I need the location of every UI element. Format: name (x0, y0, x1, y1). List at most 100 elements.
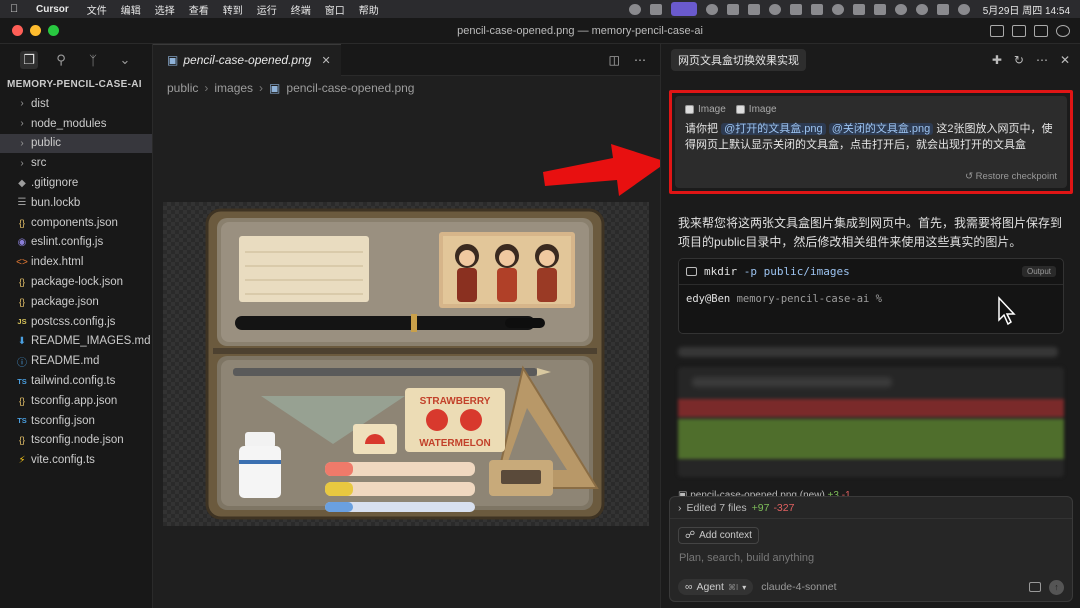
breadcrumb-item[interactable]: images (214, 81, 253, 95)
zoom-window-button[interactable] (48, 25, 59, 36)
source-control-icon[interactable]: ᛉ (84, 51, 102, 69)
tree-item-label: eslint.config.js (31, 236, 104, 249)
explorer-files-icon[interactable]: ❐ (20, 51, 38, 69)
menu-file[interactable]: 文件 (87, 2, 107, 17)
tree-item-public[interactable]: › public (0, 133, 152, 154)
menu-app-name[interactable]: Cursor (36, 4, 69, 15)
menu-window[interactable]: 窗口 (325, 2, 345, 17)
more-actions-icon[interactable]: ⋯ (634, 53, 646, 67)
image-attachment-chip[interactable]: Image (685, 104, 726, 115)
tree-item-package-json[interactable]: {} package.json (0, 292, 152, 312)
toggle-secondary-sidebar-icon[interactable] (1034, 24, 1048, 37)
user-message[interactable]: Image Image 请你把 @打开的文具盒.png @关闭的文具盒.png … (675, 96, 1067, 188)
tree-item-bun-lockb[interactable]: ☰ bun.lockb (0, 193, 152, 213)
control-center-icon[interactable] (936, 3, 949, 15)
tree-item-tsconfig-app[interactable]: {} tsconfig.app.json (0, 391, 152, 411)
toggle-sidebar-icon[interactable] (990, 24, 1004, 37)
tree-item-label: tsconfig.node.json (31, 434, 124, 447)
play-icon[interactable] (768, 3, 781, 15)
blurred-added-lines (678, 419, 1064, 459)
tree-item-readme[interactable]: ⓘ README.md (0, 351, 152, 371)
git-icon: ◆ (18, 177, 26, 189)
minimize-window-button[interactable] (30, 25, 41, 36)
menu-help[interactable]: 帮助 (359, 2, 379, 17)
chevron-down-icon[interactable]: ⌄ (116, 51, 134, 69)
new-chat-icon[interactable]: ✚ (992, 53, 1002, 67)
menu-terminal[interactable]: 终端 (291, 2, 311, 17)
tray-app-icon[interactable] (747, 3, 760, 15)
more-actions-icon[interactable]: ⋯ (1036, 53, 1048, 67)
send-button[interactable]: ↑ (1049, 579, 1064, 595)
menu-go[interactable]: 转到 (223, 2, 243, 17)
tree-item-tailwind-config[interactable]: TS tailwind.config.ts (0, 371, 152, 391)
tree-item-components-json[interactable]: {} components.json (0, 213, 152, 233)
explorer-root-folder[interactable]: MEMORY-PENCIL-CASE-AI (0, 76, 152, 94)
battery-icon[interactable] (873, 3, 886, 15)
tree-item-tsconfig-node[interactable]: {} tsconfig.node.json (0, 431, 152, 451)
restore-checkpoint-button[interactable]: ↺ Restore checkpoint (965, 171, 1057, 182)
toggle-panel-icon[interactable] (1012, 24, 1026, 37)
chat-input[interactable]: Plan, search, build anything (679, 552, 1072, 564)
wechat-icon[interactable] (705, 3, 718, 15)
menu-selection[interactable]: 选择 (155, 2, 175, 17)
tree-item-vite-config[interactable]: ⚡ vite.config.ts (0, 450, 152, 470)
close-icon[interactable]: ✕ (1060, 53, 1070, 67)
close-window-button[interactable] (12, 25, 23, 36)
search-icon[interactable]: ⚲ (52, 51, 70, 69)
chevron-right-icon: › (678, 501, 682, 514)
output-badge[interactable]: Output (1021, 266, 1056, 277)
menu-view[interactable]: 查看 (189, 2, 209, 17)
siri-icon[interactable] (957, 3, 970, 15)
user-icon[interactable] (831, 3, 844, 15)
restore-icon: ↺ (965, 171, 974, 182)
menu-run[interactable]: 运行 (257, 2, 277, 17)
tray-active-icon[interactable] (670, 2, 697, 16)
split-editor-icon[interactable]: ◫ (609, 53, 620, 67)
edited-files-bar[interactable]: › Edited 7 files +97 -327 (670, 497, 1072, 519)
wifi-icon[interactable] (894, 3, 907, 15)
tree-item-tsconfig[interactable]: TS tsconfig.json (0, 411, 152, 431)
editor-tab-pencil-case-opened[interactable]: ▣ pencil-case-opened.png ✕ (153, 43, 341, 76)
user-message-highlight: Image Image 请你把 @打开的文具盒.png @关闭的文具盒.png … (669, 90, 1073, 194)
image-attachment-chip[interactable]: Image (735, 104, 777, 115)
agent-mode-dropdown[interactable]: ∞ Agent ⌘I ▾ (678, 579, 754, 595)
menu-edit[interactable]: 编辑 (121, 2, 141, 17)
restore-label: Restore checkpoint (975, 171, 1057, 182)
attach-image-icon[interactable] (1029, 582, 1041, 592)
menubar-clock[interactable]: 5月29日 周四 14:54 (983, 2, 1070, 17)
mention-closed-image[interactable]: @关闭的文具盒.png (828, 123, 934, 135)
tray-app-icon[interactable] (726, 3, 739, 15)
js-icon: JS (17, 317, 27, 327)
tree-item-index-html[interactable]: <> index.html (0, 252, 152, 272)
tree-item-postcss-config[interactable]: JS postcss.config.js (0, 312, 152, 332)
tray-app-icon[interactable] (789, 3, 802, 15)
breadcrumb-item[interactable]: public (167, 81, 198, 95)
mention-opened-image[interactable]: @打开的文具盒.png (721, 123, 826, 135)
explorer-sidebar: ❐ ⚲ ᛉ ⌄ MEMORY-PENCIL-CASE-AI › dist › nod… (0, 44, 153, 608)
model-selector[interactable]: claude-4-sonnet (761, 581, 836, 593)
editor-tab-actions: ◫ ⋯ (609, 53, 660, 67)
history-icon[interactable]: ↻ (1014, 53, 1024, 67)
apple-icon[interactable]:  (10, 3, 22, 15)
add-context-button[interactable]: ☍ Add context (678, 527, 759, 544)
close-icon[interactable]: ✕ (321, 54, 330, 67)
tree-item-label: src (31, 157, 47, 170)
tree-item-node-modules[interactable]: › node_modules (0, 114, 152, 134)
tree-item-package-lock-json[interactable]: {} package-lock.json (0, 272, 152, 292)
tray-app-icon[interactable] (649, 3, 662, 15)
tree-item-dist[interactable]: › dist (0, 94, 152, 114)
tree-item-eslint-config[interactable]: ◉ eslint.config.js (0, 233, 152, 253)
tray-app-icon[interactable] (810, 3, 823, 15)
tree-item-gitignore[interactable]: ◆ .gitignore (0, 173, 152, 193)
settings-gear-icon[interactable] (1056, 24, 1070, 37)
tray-app-icon[interactable] (852, 3, 865, 15)
lines-removed: -327 (773, 501, 795, 514)
editor-tab-label: pencil-case-opened.png (183, 53, 312, 67)
breadcrumb-item[interactable]: pencil-case-opened.png (286, 81, 414, 95)
tray-app-icon[interactable] (628, 3, 641, 15)
agent-mode-label: Agent (696, 581, 724, 593)
chat-title-tab[interactable]: 网页文具盒切换效果实现 (671, 49, 806, 71)
spotlight-icon[interactable] (915, 3, 928, 15)
tree-item-src[interactable]: › src (0, 153, 152, 173)
tree-item-readme-images[interactable]: ⬇ README_IMAGES.md (0, 332, 152, 352)
